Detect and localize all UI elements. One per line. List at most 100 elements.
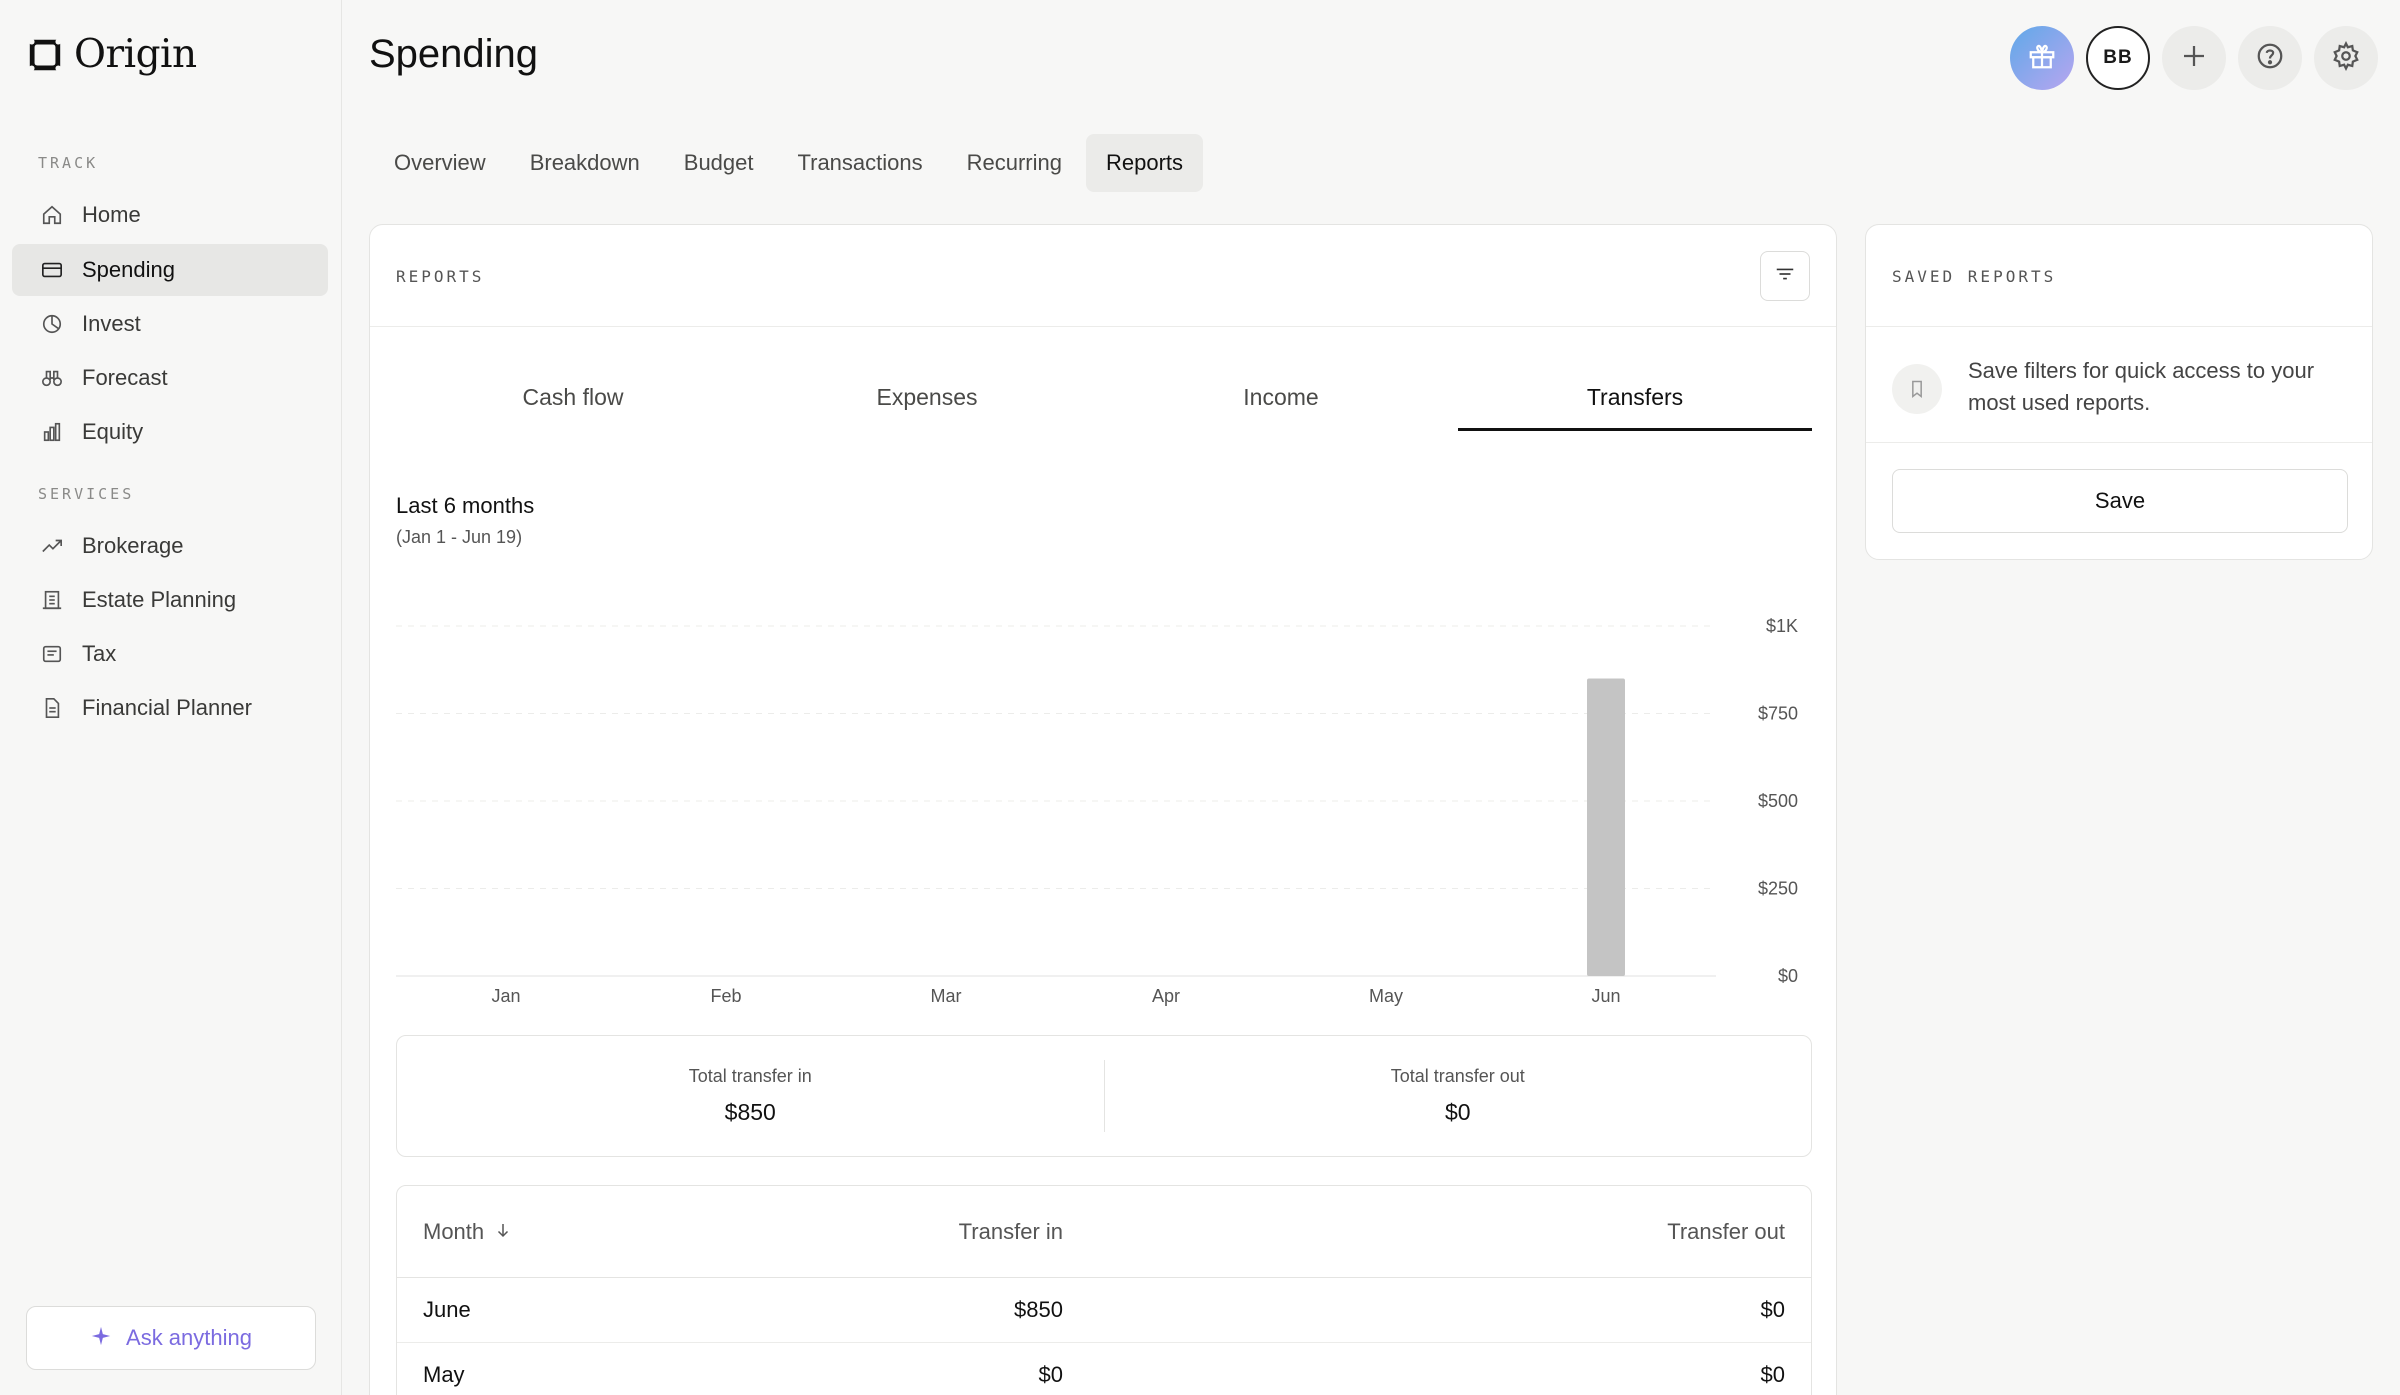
y-tick-label: $0 bbox=[1778, 966, 1798, 986]
table-header: Month Transfer in Transfer out bbox=[397, 1186, 1811, 1278]
report-subtabs: Cash flow Expenses Income Transfers bbox=[396, 365, 1812, 431]
x-tick-label: May bbox=[1369, 986, 1403, 1006]
subtab-cash-flow[interactable]: Cash flow bbox=[396, 365, 750, 429]
period-range: (Jan 1 - Jun 19) bbox=[396, 527, 523, 547]
save-button[interactable]: Save bbox=[1892, 469, 2348, 533]
transfer-out-header: Transfer out bbox=[1667, 1218, 1785, 1244]
sidebar-item-home[interactable]: Home bbox=[12, 189, 328, 241]
table-row[interactable]: May $0 $0 bbox=[397, 1343, 1811, 1395]
sidebar-item-label: Tax bbox=[82, 641, 117, 666]
transfer-in-cell: $850 bbox=[1014, 1297, 1063, 1322]
gift-button[interactable] bbox=[2010, 26, 2074, 90]
transfer-in-cell: $0 bbox=[1038, 1362, 1063, 1387]
x-tick-label: Jun bbox=[1591, 986, 1620, 1006]
arrow-down-icon bbox=[494, 1219, 512, 1245]
transfer-out-cell: $0 bbox=[1760, 1362, 1785, 1387]
month-column-header[interactable]: Month bbox=[423, 1219, 803, 1245]
transfer-in-header: Transfer in bbox=[958, 1218, 1063, 1244]
sidebar-item-invest[interactable]: Invest bbox=[12, 298, 328, 350]
saved-reports-label: SAVED REPORTS bbox=[1892, 267, 2057, 286]
sidebar-item-estate-planning[interactable]: Estate Planning bbox=[12, 574, 328, 626]
filter-icon bbox=[1774, 263, 1796, 290]
sidebar-item-equity[interactable]: Equity bbox=[12, 406, 328, 458]
settings-button[interactable] bbox=[2314, 26, 2378, 90]
pie-icon bbox=[40, 312, 64, 336]
trend-up-icon bbox=[40, 534, 64, 558]
add-button[interactable] bbox=[2162, 26, 2226, 90]
summary-transfer-in: Total transfer in $850 bbox=[397, 1036, 1104, 1156]
gift-icon bbox=[2027, 41, 2057, 76]
month-header-label: Month bbox=[423, 1218, 485, 1244]
card-icon bbox=[40, 258, 64, 282]
saved-reports-empty-text: Save filters for quick access to your mo… bbox=[1968, 358, 2315, 415]
transfer-summary: Total transfer in $850 Total transfer ou… bbox=[396, 1035, 1812, 1157]
tab-transactions[interactable]: Transactions bbox=[778, 134, 943, 192]
bookmark-icon bbox=[1892, 364, 1942, 414]
section-label-track: TRACK bbox=[38, 154, 99, 172]
gear-icon bbox=[2331, 40, 2361, 76]
saved-reports-empty: Save filters for quick access to your mo… bbox=[1866, 327, 2372, 443]
section-label-services: SERVICES bbox=[38, 485, 135, 503]
building-icon bbox=[40, 588, 64, 612]
reports-card: REPORTS Cash flow Expenses Income Transf… bbox=[369, 224, 1837, 1395]
help-button[interactable] bbox=[2238, 26, 2302, 90]
binoculars-icon bbox=[40, 366, 64, 390]
sidebar-item-spending[interactable]: Spending bbox=[12, 244, 328, 296]
y-tick-label: $1K bbox=[1766, 616, 1798, 636]
tab-breakdown[interactable]: Breakdown bbox=[510, 134, 660, 192]
top-toolbar: BB bbox=[2010, 26, 2378, 90]
transfer-out-cell: $0 bbox=[1760, 1297, 1785, 1322]
bar-jun[interactable] bbox=[1587, 678, 1625, 977]
y-tick-label: $500 bbox=[1758, 791, 1798, 811]
subtab-income[interactable]: Income bbox=[1104, 365, 1458, 429]
sidebar-item-label: Spending bbox=[82, 257, 175, 282]
x-tick-label: Apr bbox=[1152, 986, 1180, 1006]
x-tick-label: Jan bbox=[491, 986, 520, 1006]
saved-reports-header: SAVED REPORTS bbox=[1866, 225, 2372, 327]
transfers-table: Month Transfer in Transfer out June $850… bbox=[396, 1185, 1812, 1395]
summary-in-label: Total transfer in bbox=[688, 1066, 812, 1086]
saved-reports-card: SAVED REPORTS Save filters for quick acc… bbox=[1865, 224, 2373, 560]
document-icon bbox=[40, 696, 64, 720]
subtab-transfers[interactable]: Transfers bbox=[1458, 365, 1812, 431]
sidebar-item-label: Financial Planner bbox=[82, 695, 252, 720]
tab-budget[interactable]: Budget bbox=[664, 134, 774, 192]
receipt-icon bbox=[40, 642, 64, 666]
main-tabs: Overview Breakdown Budget Transactions R… bbox=[374, 134, 1204, 192]
tab-overview[interactable]: Overview bbox=[374, 134, 506, 192]
reports-card-header: REPORTS bbox=[370, 225, 1836, 327]
x-tick-label: Feb bbox=[710, 986, 741, 1006]
filter-button[interactable] bbox=[1760, 251, 1810, 301]
month-cell: May bbox=[423, 1362, 465, 1387]
sidebar-item-forecast[interactable]: Forecast bbox=[12, 352, 328, 404]
tab-reports[interactable]: Reports bbox=[1086, 134, 1204, 192]
y-tick-label: $250 bbox=[1758, 879, 1798, 899]
summary-in-value: $850 bbox=[724, 1099, 776, 1125]
sidebar: Origin TRACK Home Spending Invest Foreca… bbox=[0, 0, 342, 1395]
sidebar-item-label: Invest bbox=[82, 311, 141, 336]
sidebar-item-financial-planner[interactable]: Financial Planner bbox=[12, 682, 328, 734]
home-icon bbox=[40, 203, 64, 227]
ask-anything-button[interactable]: Ask anything bbox=[26, 1306, 316, 1370]
sidebar-item-brokerage[interactable]: Brokerage bbox=[12, 520, 328, 572]
help-icon bbox=[2255, 41, 2285, 76]
plus-icon bbox=[2179, 41, 2209, 76]
period-title: Last 6 months bbox=[396, 493, 535, 518]
sidebar-item-tax[interactable]: Tax bbox=[12, 628, 328, 680]
y-tick-label: $750 bbox=[1758, 704, 1798, 724]
summary-out-value: $0 bbox=[1444, 1099, 1471, 1125]
bar-chart-icon bbox=[40, 420, 64, 444]
month-cell: June bbox=[423, 1297, 471, 1322]
summary-transfer-out: Total transfer out $0 bbox=[1105, 1036, 1812, 1156]
sparkle-icon bbox=[90, 1325, 112, 1352]
transfers-bar-chart: $1K $750 $500 $250 $0 Jan Feb Mar Apr May Jun bbox=[396, 616, 1798, 1006]
avatar[interactable]: BB bbox=[2086, 26, 2150, 90]
reports-label: REPORTS bbox=[396, 267, 485, 286]
table-row[interactable]: June $850 $0 bbox=[397, 1278, 1811, 1343]
summary-out-label: Total transfer out bbox=[1390, 1066, 1525, 1086]
subtab-expenses[interactable]: Expenses bbox=[750, 365, 1104, 429]
logo[interactable]: Origin bbox=[26, 32, 197, 77]
origin-logo-icon bbox=[28, 38, 62, 71]
tab-recurring[interactable]: Recurring bbox=[947, 134, 1082, 192]
sidebar-item-label: Estate Planning bbox=[82, 587, 237, 612]
